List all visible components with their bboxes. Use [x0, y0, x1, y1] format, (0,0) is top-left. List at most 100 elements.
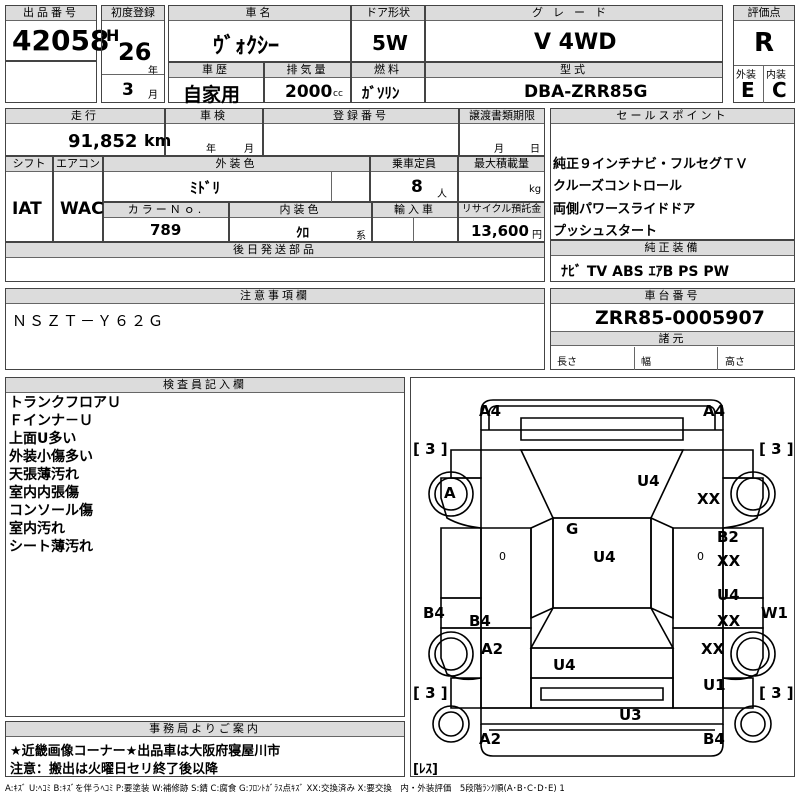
- transfer-box: 譲渡書類期限 月 日: [459, 108, 545, 156]
- inspector-note-4: 外装小傷多い: [9, 449, 93, 465]
- capacity-label: 乗車定員: [371, 157, 457, 172]
- inspector-note-9: シート薄汚れ: [9, 539, 93, 555]
- inspection-box: 車検 年 月: [165, 108, 263, 156]
- mark-a-wheel: A: [444, 484, 456, 502]
- model-value: DBA-ZRR85G: [524, 82, 648, 102]
- lot-spacer: [5, 61, 97, 103]
- office-line-2: 注意：搬出は火曜日セリ終了後以降: [10, 762, 219, 777]
- inspection-label: 車検: [166, 109, 262, 124]
- spec-width: 幅: [641, 357, 651, 368]
- max-load-box: 最大積載量 kg: [458, 156, 545, 202]
- inspector-note-5: 天張薄汚れ: [9, 467, 79, 483]
- mileage-box: 走行 91,852 km: [5, 108, 171, 156]
- score-value: R: [754, 28, 775, 58]
- capacity-box: 乗車定員 8 人: [370, 156, 458, 202]
- sales-point-1: 純正９インチナビ・フルセグＴＶ: [553, 157, 749, 172]
- car-name-value: ｳﾞｫｸｼｰ: [213, 34, 280, 59]
- transfer-month-unit: 月: [494, 144, 504, 155]
- mark-xx-right-fender: XX: [697, 490, 721, 508]
- inspection-year-unit: 年: [206, 144, 216, 155]
- mark-a2-left-rear: A2: [481, 640, 504, 658]
- max-load-label: 最大積載量: [459, 157, 544, 172]
- color-no-value: 789: [150, 221, 182, 239]
- int-color-unit: 系: [356, 231, 366, 242]
- office-line-1: ★近畿画像コーナー★出品車は大阪府寝屋川市: [10, 744, 281, 759]
- door-value: 5W: [372, 31, 408, 55]
- chassis-label: 車台番号: [551, 289, 794, 304]
- mark-zero-left: 0: [499, 550, 506, 563]
- equipment-box: 純正装備 ﾅﾋﾞ TV ABS ｴｱB PS PW: [550, 240, 795, 282]
- mark-a4-front-left: A4: [479, 402, 502, 420]
- recycle-label: リサイクル預託金: [459, 203, 544, 218]
- sales-point-4: プッシュスタート: [553, 224, 658, 239]
- int-color-value: ｸﾛ: [296, 226, 309, 241]
- mark-tire-rear-right: [ 3 ]: [759, 684, 794, 702]
- displacement-unit: cc: [333, 89, 343, 99]
- first-reg-label: 初度登録: [102, 6, 164, 21]
- mark-tire-rear-left: [ 3 ]: [413, 684, 448, 702]
- mark-u4-right-slide: U4: [717, 586, 740, 604]
- registration-label: 登録番号: [264, 109, 458, 124]
- grade-box: グレード V 4WD: [425, 5, 723, 62]
- caution-label: 注意事項欄: [6, 289, 544, 304]
- fuel-value: ｶﾞｿﾘﾝ: [362, 84, 400, 102]
- later-parts-label: 後日発送部品: [6, 243, 544, 258]
- chassis-box: 車台番号 ZRR85-0005907 諸元 長さ 幅 高さ: [550, 288, 795, 370]
- equipment-label: 純正装備: [551, 241, 794, 256]
- ac-label: エアコン: [54, 157, 102, 172]
- grade-value: V 4WD: [534, 30, 617, 55]
- door-label: ドア形状: [352, 6, 424, 21]
- first-reg-box: 初度登録 H 26 年 3 月: [101, 5, 165, 103]
- mileage-value: 91,852: [68, 131, 138, 152]
- office-box: 事務局よりご案内 ★近畿画像コーナー★出品車は大阪府寝屋川市 注意：搬出は火曜日…: [5, 721, 405, 777]
- history-value: 自家用: [183, 84, 241, 106]
- mark-b4-rear-right: B4: [703, 730, 725, 748]
- shift-box: シフト IAT: [5, 156, 53, 242]
- color-no-label: カラーＮｏ.: [104, 203, 228, 218]
- score-int-value: C: [772, 78, 787, 102]
- capacity-value: 8: [411, 177, 423, 197]
- ext-color-box: 外装色 ﾐﾄﾞﾘ: [103, 156, 370, 202]
- recycle-box: リサイクル預託金 13,600 円: [458, 202, 545, 242]
- inspector-note-8: 室内汚れ: [9, 521, 65, 537]
- history-box: 車歴 自家用: [168, 62, 264, 106]
- car-outline-diagram: [428, 399, 776, 757]
- import-box: 輸入車: [372, 202, 458, 242]
- specs-label: 諸元: [551, 331, 794, 346]
- capacity-unit: 人: [437, 189, 447, 200]
- mark-a4-front-right: A4: [703, 402, 726, 420]
- inspector-box: 検査員記入欄 トランクフロアＵ Ｆインナ－Ｕ 上面U多い 外装小傷多い 天張薄汚…: [5, 377, 405, 717]
- mark-u1-right-quarter: U1: [703, 676, 726, 694]
- shift-value: IAT: [12, 199, 42, 219]
- mark-xx-right-door: XX: [717, 552, 741, 570]
- color-no-box: カラーＮｏ. 789: [103, 202, 229, 242]
- mark-u4-hood: U4: [637, 472, 660, 490]
- caution-value: ＮＳＺＴ－Ｙ６２Ｇ: [12, 312, 166, 330]
- registration-box: 登録番号: [263, 108, 459, 156]
- transfer-day-unit: 日: [530, 144, 540, 155]
- spec-height: 高さ: [725, 357, 745, 368]
- ac-value: WAC: [60, 199, 104, 219]
- sales-points-label: セールスポイント: [551, 109, 794, 124]
- mark-w1-right-sill: W1: [761, 604, 788, 622]
- fuel-box: 燃料 ｶﾞｿﾘﾝ: [351, 62, 425, 103]
- displacement-box: 排気量 2000 cc: [264, 62, 351, 103]
- legend-text: A:ｷｽﾞ U:ﾍｺﾐ B:ｷｽﾞを伴うﾍｺﾐ P:要塗装 W:補修跡 S:錆 …: [5, 784, 565, 794]
- lot-box: 出品番号 42058: [5, 5, 109, 61]
- chassis-value: ZRR85-0005907: [595, 307, 765, 329]
- mark-tire-front-right: [ 3 ]: [759, 440, 794, 458]
- mark-tire-front-left: [ 3 ]: [413, 440, 448, 458]
- max-load-unit: kg: [529, 184, 542, 195]
- mark-xx-right-rear: XX: [701, 640, 725, 658]
- car-name-box: 車名 ｳﾞｫｸｼｰ: [168, 5, 351, 62]
- ext-color-label: 外装色: [104, 157, 369, 172]
- mileage-label: 走行: [6, 109, 164, 124]
- damage-diagram: A4 A4 [ 3 ] [ 3 ] A U4 XX G U4 B2 XX U4 …: [410, 377, 795, 777]
- sales-points-box: セールスポイント 純正９インチナビ・フルセグＴＶ クルーズコントロール 両側パワ…: [550, 108, 795, 240]
- model-label: 型式: [426, 63, 722, 78]
- inspector-note-7: コンソール傷: [9, 503, 93, 519]
- first-reg-month: 3: [122, 80, 134, 100]
- displacement-value: 2000: [285, 82, 333, 102]
- mark-b2-right-door: B2: [717, 528, 739, 546]
- mark-g-windshield: G: [566, 520, 579, 538]
